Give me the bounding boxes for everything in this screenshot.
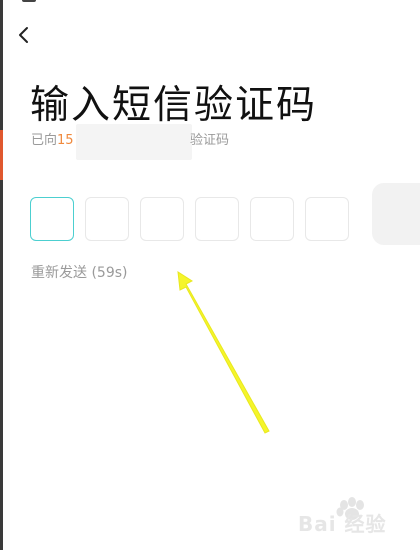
left-window-edge-accent: [0, 130, 3, 180]
phone-number-prefix: 15: [57, 133, 74, 148]
subtitle-prefix: 已向: [31, 133, 58, 148]
code-digit-box[interactable]: [195, 197, 239, 241]
phone-number-redaction: [76, 124, 192, 160]
code-digit-box[interactable]: [85, 197, 129, 241]
back-button[interactable]: [10, 20, 38, 50]
resend-code-button[interactable]: 重新发送 (59s): [31, 262, 127, 282]
code-digit-box[interactable]: [30, 197, 74, 241]
chevron-left-icon: [19, 27, 28, 43]
annotation-arrow-shape: [177, 271, 270, 434]
side-keyboard-panel: [372, 183, 420, 245]
status-bar-fragment: [22, 0, 36, 2]
left-window-edge: [0, 0, 3, 550]
code-digit-box[interactable]: [305, 197, 349, 241]
sms-sent-subtitle: 已向15: [31, 129, 74, 148]
verification-code-input[interactable]: [30, 197, 349, 241]
subtitle-suffix: 验证码: [190, 133, 230, 148]
watermark-text: Bai 经验: [298, 512, 387, 536]
code-digit-box[interactable]: [250, 197, 294, 241]
code-digit-box[interactable]: [140, 197, 184, 241]
page-title: 输入短信验证码: [30, 83, 318, 128]
